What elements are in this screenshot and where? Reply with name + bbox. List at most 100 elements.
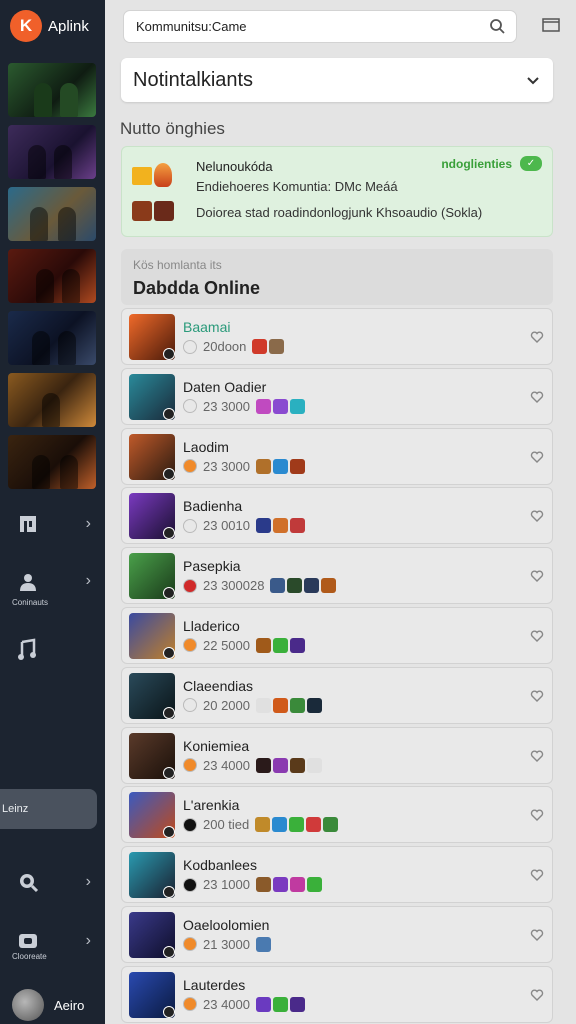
list-item[interactable]: L'arenkia 200 tied <box>121 786 553 844</box>
heart-icon[interactable] <box>530 928 544 947</box>
game-badge-icon <box>290 757 305 773</box>
list-item[interactable]: Pasepkia 23 300028 <box>121 547 553 605</box>
member-meta: 20doon <box>183 339 286 354</box>
list-item[interactable]: Lauterdes 23 4000 <box>121 965 553 1023</box>
game-badge-icon <box>256 458 271 474</box>
game-icon <box>154 201 174 221</box>
member-count: 23 3000 <box>203 398 250 414</box>
status-icon <box>183 997 197 1012</box>
game-badge-icon <box>256 996 271 1012</box>
game-badge-icon <box>256 637 271 653</box>
status-icon <box>183 877 197 892</box>
member-count: 23 4000 <box>203 757 250 773</box>
sidebar-item-search[interactable]: › <box>0 868 105 896</box>
list-item[interactable]: Laodim 23 3000 <box>121 427 553 485</box>
member-count: 23 1000 <box>203 877 250 893</box>
game-thumbnail[interactable] <box>8 125 96 179</box>
game-thumbnail[interactable] <box>8 311 96 365</box>
sidebar-item-community[interactable]: › Coninauts <box>0 570 105 610</box>
status-dot <box>163 1005 175 1018</box>
game-thumbnail[interactable] <box>8 63 96 117</box>
heart-icon[interactable] <box>530 629 544 648</box>
select-value: Notintalkiants <box>133 68 254 91</box>
heart-icon[interactable] <box>530 569 544 588</box>
member-meta: 22 5000 <box>183 637 307 653</box>
heart-icon[interactable] <box>530 450 544 469</box>
heart-icon[interactable] <box>530 868 544 887</box>
list-item[interactable]: Oaeloolomien 21 3000 <box>121 905 553 963</box>
member-name: Koniemiea <box>183 737 250 754</box>
status-dot <box>163 467 175 480</box>
game-badge-icon <box>290 398 305 414</box>
sidebar-item-bookmarks[interactable]: › <box>0 510 105 538</box>
list-item[interactable]: Kodbanlees 23 1000 <box>121 846 553 904</box>
list-item[interactable]: Lladerico 22 5000 <box>121 606 553 664</box>
game-thumbnail[interactable] <box>8 249 96 303</box>
game-thumbnail[interactable] <box>8 435 96 489</box>
sidebar-item-chat[interactable]: › Clooreate <box>0 930 105 966</box>
game-badge-icon <box>273 996 288 1012</box>
notification-title: Nelunoukóda <box>196 159 273 174</box>
game-thumbnail[interactable] <box>8 373 96 427</box>
heart-icon[interactable] <box>530 390 544 409</box>
member-avatar <box>129 612 175 659</box>
sidebar-item-active[interactable]: Leinz <box>0 789 97 829</box>
sidebar-item-music[interactable] <box>0 636 105 664</box>
member-name: Lladerico <box>183 617 240 634</box>
member-meta: 23 300028 <box>183 578 338 594</box>
notification-card[interactable]: Nelunoukóda Endiehoeres Komuntia: DMc Me… <box>121 146 553 237</box>
brand-name: Aplink <box>48 17 89 35</box>
heart-icon[interactable] <box>530 988 544 1007</box>
member-name: Baamai <box>183 319 231 335</box>
status-icon <box>183 817 197 832</box>
status-dot <box>163 945 175 958</box>
member-meta: 21 3000 <box>183 936 273 952</box>
member-avatar <box>129 672 175 719</box>
member-count: 23 4000 <box>203 996 250 1012</box>
search-input[interactable] <box>136 19 466 34</box>
heart-icon[interactable] <box>530 808 544 827</box>
heart-icon[interactable] <box>530 689 544 708</box>
status-icon <box>183 518 197 533</box>
member-avatar <box>129 971 175 1018</box>
heart-icon[interactable] <box>530 509 544 528</box>
member-name: Laodim <box>183 438 229 455</box>
folder-icon <box>132 167 152 185</box>
member-count: 22 5000 <box>203 637 250 653</box>
chevron-right-icon: › <box>85 932 91 949</box>
member-name: Badienha <box>183 498 243 515</box>
search-icon[interactable] <box>489 18 506 40</box>
window-toggle-icon[interactable] <box>541 16 561 34</box>
member-meta: 23 0010 <box>183 518 307 534</box>
heart-icon[interactable] <box>530 330 544 349</box>
game-badge-icon <box>252 339 268 354</box>
game-icon <box>132 201 152 221</box>
list-item[interactable]: Claeendias 20 2000 <box>121 666 553 724</box>
game-badge-icon <box>273 518 288 534</box>
game-badge-icon <box>290 996 305 1012</box>
chevron-down-icon <box>525 71 541 94</box>
member-meta: 23 1000 <box>183 877 324 893</box>
list-item[interactable]: Daten Oadier 23 3000 <box>121 367 553 425</box>
member-count: 20doon <box>203 339 247 354</box>
member-count: 23 300028 <box>203 578 265 594</box>
game-badge-icon <box>256 518 271 534</box>
game-badge-icon <box>269 339 285 354</box>
community-select[interactable]: Notintalkiants <box>121 58 553 102</box>
list-item[interactable]: Badienha 23 0010 <box>121 487 553 545</box>
game-thumbnail[interactable] <box>8 187 96 241</box>
user-profile[interactable]: Aeiro <box>12 989 84 1021</box>
brand-logo: K <box>10 10 42 42</box>
member-meta: 23 4000 <box>183 757 324 773</box>
game-badge-icon <box>307 697 322 713</box>
list-item[interactable]: Baamai 20doon <box>121 308 553 365</box>
member-name: Lauterdes <box>183 976 246 993</box>
game-badge-icon <box>273 757 288 773</box>
game-badge-icon <box>323 817 339 833</box>
list-item[interactable]: Koniemiea 23 4000 <box>121 726 553 784</box>
heart-icon[interactable] <box>530 749 544 768</box>
sidebar-item-label: Clooreate <box>12 952 47 961</box>
game-badge-icon <box>270 578 286 594</box>
user-name: Aeiro <box>54 997 85 1013</box>
brand[interactable]: K Aplink <box>10 10 89 42</box>
